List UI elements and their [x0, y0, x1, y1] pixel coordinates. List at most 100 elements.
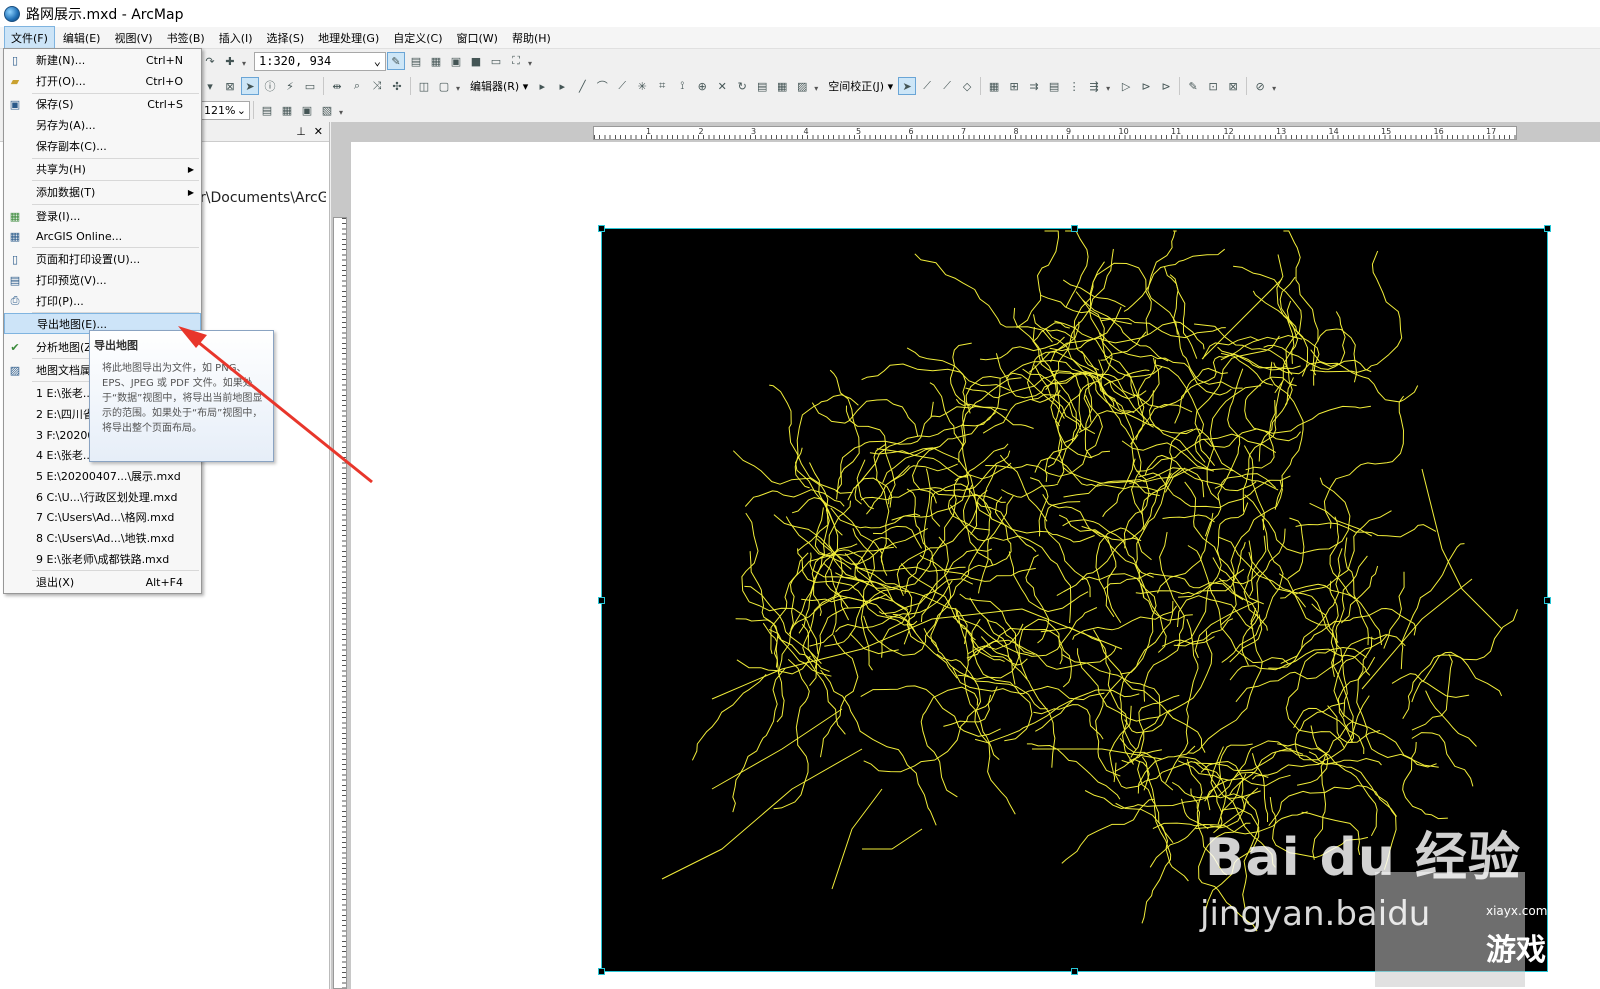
menu-save[interactable]: ▣ 保存(S) Ctrl+S	[4, 94, 201, 114]
menu-selection[interactable]: 选择(S)	[261, 27, 311, 49]
menu-page-setup[interactable]: ▯ 页面和打印设置(U)...	[4, 249, 201, 269]
menu-share-as[interactable]: 共享为(H) ▶	[4, 159, 201, 179]
view-link-table-icon[interactable]: ▤	[1045, 77, 1063, 95]
new-displacement-link-icon[interactable]: ⟋	[918, 77, 936, 95]
menu-print-preview[interactable]: ▤ 打印预览(V)...	[4, 270, 201, 290]
reshape-icon[interactable]: ⟟	[673, 77, 691, 95]
recent-file-6[interactable]: 6 C:\U...\行政区划处理.mxd	[4, 487, 201, 507]
recent-file-7[interactable]: 7 C:\Users\Ad...\格网.mxd	[4, 507, 201, 527]
create-features-icon[interactable]: ▨	[793, 77, 811, 95]
redo-icon[interactable]: ↷	[201, 52, 219, 70]
menu-customize[interactable]: 自定义(C)	[387, 27, 448, 49]
clear-selection-icon[interactable]: ⊠	[221, 77, 239, 95]
toc-window-icon[interactable]: ▤	[407, 52, 425, 70]
selection-handle-tm[interactable]	[1071, 225, 1078, 232]
error-inspector-icon[interactable]: ⊘	[1251, 77, 1269, 95]
menu-arcgis-online[interactable]: ▦ ArcGIS Online...	[4, 226, 201, 246]
edit-vertices-icon[interactable]: ⌗	[653, 77, 671, 95]
sketch-tool-icon[interactable]: ✎	[1184, 77, 1202, 95]
dropdown-arrow-icon[interactable]: ▾	[242, 54, 250, 68]
menu-new[interactable]: ▯ 新建(N)... Ctrl+N	[4, 50, 201, 70]
menu-open[interactable]: ▰ 打开(O)... Ctrl+O	[4, 71, 201, 91]
time-slider-icon[interactable]: ◫	[415, 77, 433, 95]
hyperlink-icon[interactable]: ⚡	[281, 77, 299, 95]
recent-file-8[interactable]: 8 C:\Users\Ad...\地铁.mxd	[4, 528, 201, 548]
recent-file-5[interactable]: 5 E:\20200407...\展示.mxd	[4, 466, 201, 486]
focus-data-frame-icon[interactable]: ▦	[278, 101, 296, 119]
georef-flag-icon[interactable]: ▷	[1117, 77, 1135, 95]
search-window-icon[interactable]: ▣	[447, 52, 465, 70]
spatial-adjustment-menu[interactable]: 空间校正(J) ▾	[824, 78, 897, 94]
menu-file[interactable]: 文件(F)	[4, 25, 55, 50]
link-table-icon[interactable]: ▦	[985, 77, 1003, 95]
cut-polygons-icon[interactable]: ⊕	[693, 77, 711, 95]
toolbar-grip-icon[interactable]: ▾	[456, 79, 464, 93]
toolbar-grip-icon[interactable]: ▾	[339, 103, 347, 117]
arc-segment-icon[interactable]: ⌒	[593, 77, 611, 95]
create-viewer-icon[interactable]: ▢	[435, 77, 453, 95]
menu-save-copy[interactable]: 保存副本(C)...	[4, 136, 201, 156]
html-popup-icon[interactable]: ▭	[301, 77, 319, 95]
network-icon[interactable]: ⊠	[1224, 77, 1242, 95]
menu-save-as[interactable]: 另存为(A)...	[4, 115, 201, 135]
toggle-draft-mode-icon[interactable]: ▤	[258, 101, 276, 119]
topology-icon[interactable]: ⊡	[1204, 77, 1222, 95]
menu-insert[interactable]: 插入(I)	[213, 27, 259, 49]
toolbar-grip-icon[interactable]: ▾	[814, 79, 822, 93]
full-extent-icon[interactable]: ▾	[201, 77, 219, 95]
data-driven-pages-icon[interactable]: ▧	[318, 101, 336, 119]
toolbar-grip-icon[interactable]: ▾	[1106, 79, 1114, 93]
new-identity-link-icon[interactable]: ◇	[958, 77, 976, 95]
menu-windows[interactable]: 窗口(W)	[451, 27, 504, 49]
change-layout-icon[interactable]: ▣	[298, 101, 316, 119]
new-limited-adjust-icon[interactable]: ⋮	[1065, 77, 1083, 95]
multi-displacement-icon[interactable]: ⇶	[1085, 77, 1103, 95]
menu-exit[interactable]: 退出(X) Alt+F4	[4, 572, 201, 592]
point-icon[interactable]: ✳	[633, 77, 651, 95]
selection-handle-tr[interactable]	[1544, 225, 1551, 232]
georef-flag3-icon[interactable]: ⊳	[1157, 77, 1175, 95]
attributes-icon[interactable]: ▤	[753, 77, 771, 95]
straight-segment-icon[interactable]: ╱	[573, 77, 591, 95]
close-icon[interactable]: ✕	[314, 125, 323, 138]
add-data-icon[interactable]: ✚	[221, 52, 239, 70]
python-window-icon[interactable]: ▭	[487, 52, 505, 70]
menu-print[interactable]: ⎙ 打印(P)...	[4, 291, 201, 311]
georef-flag2-icon[interactable]: ⊳	[1137, 77, 1155, 95]
edit-annotation-icon[interactable]: ▸	[553, 77, 571, 95]
sketch-properties-icon[interactable]: ▦	[773, 77, 791, 95]
toolbar-grip-icon[interactable]: ▾	[1272, 79, 1280, 93]
menu-view[interactable]: 视图(V)	[108, 27, 158, 49]
recent-file-9[interactable]: 9 E:\张老师\成都铁路.mxd	[4, 549, 201, 569]
trace-icon[interactable]: ⟋	[613, 77, 631, 95]
editor-menu[interactable]: 编辑器(R) ▾	[466, 78, 532, 94]
toolbar-grip-icon[interactable]: ▾	[528, 54, 536, 68]
pin-icon[interactable]: ⊥	[296, 125, 306, 138]
selection-handle-bl[interactable]	[598, 968, 605, 975]
attribute-transfer-icon[interactable]: ⇉	[1025, 77, 1043, 95]
editor-toolbar-icon[interactable]: ✎	[387, 52, 405, 70]
split-icon[interactable]: ✕	[713, 77, 731, 95]
rotate-icon[interactable]: ↻	[733, 77, 751, 95]
modify-link-icon[interactable]: ⟋	[938, 77, 956, 95]
find-icon[interactable]: ⌕	[348, 77, 366, 95]
menu-add-data[interactable]: 添加数据(T) ▶	[4, 182, 201, 202]
select-features-arrow-icon[interactable]: ➤	[898, 77, 917, 95]
edge-match-icon[interactable]: ⊞	[1005, 77, 1023, 95]
menu-geoprocessing[interactable]: 地理处理(G)	[312, 27, 385, 49]
menu-help[interactable]: 帮助(H)	[506, 27, 557, 49]
selection-handle-mr[interactable]	[1544, 597, 1551, 604]
selection-handle-ml[interactable]	[598, 597, 605, 604]
menu-edit[interactable]: 编辑(E)	[57, 27, 107, 49]
model-builder-icon[interactable]: ⛶	[507, 52, 525, 70]
menu-bookmarks[interactable]: 书签(B)	[161, 27, 211, 49]
map-scale-combobox[interactable]: 1:320, 934 ⌄	[254, 51, 386, 71]
selection-handle-bm[interactable]	[1071, 968, 1078, 975]
identify-icon[interactable]: ⓘ	[261, 77, 279, 95]
measure-icon[interactable]: ⇹	[328, 77, 346, 95]
find-route-icon[interactable]: ⤨	[368, 77, 386, 95]
layout-zoom-combobox[interactable]: 121% ⌄	[200, 100, 250, 120]
menu-sign-in[interactable]: ▦ 登录(I)...	[4, 206, 201, 226]
arctoolbox-icon[interactable]: ■	[467, 52, 485, 70]
go-to-xy-icon[interactable]: ✣	[388, 77, 406, 95]
